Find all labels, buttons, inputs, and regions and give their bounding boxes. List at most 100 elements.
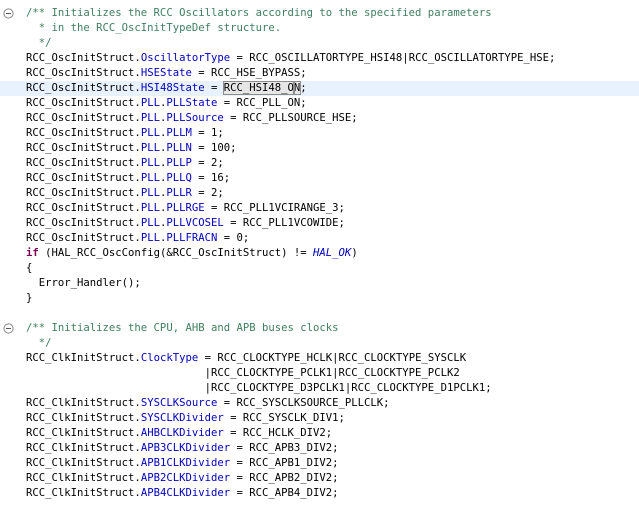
code-token: RCC_OscInitStruct. [26, 172, 141, 184]
code-line[interactable]: /** Initializes the RCC Oscillators acco… [26, 6, 492, 21]
code-field: AHBCLKDivider [140, 427, 224, 439]
code-line[interactable]: |RCC_CLOCKTYPE_D3PCLK1|RCC_CLOCKTYPE_D1P… [26, 381, 492, 396]
fold-collapse-icon[interactable] [3, 323, 14, 334]
code-field: PLL [140, 97, 160, 109]
code-field: HSI48State [140, 82, 205, 94]
code-token: = RCC_SYSCLK_DIV1; [223, 412, 345, 424]
fold-collapse-icon[interactable] [3, 8, 14, 19]
code-token: = RCC_APB3_DIV2; [230, 442, 339, 454]
code-token: RCC_ClkInitStruct. [26, 472, 141, 484]
code-comment: /** Initializes the CPU, AHB and APB bus… [26, 322, 339, 334]
code-token: = RCC_PLL1VCIRANGE_3; [204, 202, 345, 214]
code-field: PLLP [166, 157, 192, 169]
code-field: APB3CLKDivider [140, 442, 231, 454]
code-token: = RCC_HCLK_DIV2; [223, 427, 333, 439]
code-comment: * in the RCC_OscInitTypeDef structure. [26, 22, 282, 34]
code-line[interactable]: RCC_ClkInitStruct.APB2CLKDivider = RCC_A… [26, 471, 339, 486]
code-line[interactable]: RCC_OscInitStruct.PLL.PLLRGE = RCC_PLL1V… [26, 201, 345, 216]
code-token: RCC_OscInitStruct. [26, 157, 141, 169]
code-token: ) [351, 247, 358, 259]
code-token: RCC_ClkInitStruct. [26, 412, 141, 424]
code-field: ClockType [140, 352, 199, 364]
code-field: PLLQ [166, 172, 192, 184]
code-editor[interactable]: /** Initializes the RCC Oscillators acco… [0, 0, 639, 513]
code-line[interactable]: RCC_OscInitStruct.PLL.PLLState = RCC_PLL… [26, 96, 307, 111]
code-token: = RCC_PLL_ON; [217, 97, 307, 109]
code-line[interactable]: |RCC_CLOCKTYPE_PCLK1|RCC_CLOCKTYPE_PCLK2 [26, 366, 460, 381]
code-token: = RCC_CLOCKTYPE_HCLK|RCC_CLOCKTYPE_SYSCL… [198, 352, 467, 364]
code-field: PLLVCOSEL [166, 217, 224, 229]
code-token: = [204, 82, 224, 94]
code-token: RCC_ClkInitStruct. [26, 397, 141, 409]
code-token: RCC_OscInitStruct. [26, 67, 141, 79]
code-token: = 2; [191, 157, 224, 169]
code-field: APB1CLKDivider [140, 457, 231, 469]
code-line[interactable]: RCC_OscInitStruct.PLL.PLLN = 100; [26, 141, 237, 156]
code-token: |RCC_CLOCKTYPE_D3PCLK1|RCC_CLOCKTYPE_D1P… [26, 382, 492, 394]
code-field: APB2CLKDivider [140, 472, 231, 484]
code-line[interactable]: } [26, 291, 32, 306]
code-line[interactable]: Error_Handler(); [26, 276, 141, 291]
code-token: |RCC_CLOCKTYPE_PCLK1|RCC_CLOCKTYPE_PCLK2 [26, 367, 460, 379]
code-field: PLL [140, 187, 160, 199]
code-token: RCC_OscInitStruct. [26, 142, 141, 154]
code-token: RCC_OscInitStruct. [26, 232, 141, 244]
code-field: PLLSource [166, 112, 224, 124]
code-field: HSEState [140, 67, 192, 79]
code-field: OscillatorType [140, 52, 231, 64]
code-field: PLLState [166, 97, 218, 109]
code-token: { [26, 262, 33, 274]
code-line[interactable]: * in the RCC_OscInitTypeDef structure. [26, 21, 281, 36]
code-token: = RCC_HSE_BYPASS; [191, 67, 307, 79]
code-token: = 0; [217, 232, 250, 244]
code-token: = 1; [191, 127, 224, 139]
code-field: PLL [140, 217, 160, 229]
code-line[interactable]: { [26, 261, 32, 276]
code-comment: */ [26, 37, 52, 49]
code-token: RCC_ClkInitStruct. [26, 487, 141, 499]
code-selection: RCC_HSI48_O [222, 81, 295, 95]
code-field: APB4CLKDivider [140, 487, 231, 499]
code-line[interactable]: RCC_OscInitStruct.HSEState = RCC_HSE_BYP… [26, 66, 307, 81]
code-line[interactable]: RCC_ClkInitStruct.AHBCLKDivider = RCC_HC… [26, 426, 332, 441]
code-line[interactable]: */ [26, 36, 52, 51]
code-field: PLL [140, 202, 160, 214]
code-line[interactable]: RCC_OscInitStruct.PLL.PLLR = 2; [26, 186, 224, 201]
code-field: SYSCLKDivider [140, 412, 224, 424]
code-line[interactable]: RCC_ClkInitStruct.APB1CLKDivider = RCC_A… [26, 456, 339, 471]
code-line[interactable]: if (HAL_RCC_OscConfig(&RCC_OscInitStruct… [26, 246, 358, 261]
code-line[interactable]: /** Initializes the CPU, AHB and APB bus… [26, 321, 339, 336]
code-line-current[interactable]: RCC_OscInitStruct.HSI48State = RCC_HSI48… [0, 81, 639, 96]
code-line[interactable]: RCC_OscInitStruct.PLL.PLLQ = 16; [26, 171, 230, 186]
code-field: PLL [140, 232, 160, 244]
code-token: = 2; [191, 187, 224, 199]
code-line[interactable]: RCC_OscInitStruct.PLL.PLLSource = RCC_PL… [26, 111, 358, 126]
code-token: RCC_OscInitStruct. [26, 202, 141, 214]
code-token: RCC_OscInitStruct. [26, 52, 141, 64]
code-token: RCC_OscInitStruct. [26, 127, 141, 139]
code-field: PLLN [166, 142, 192, 154]
code-token: = RCC_SYSCLKSOURCE_PLLCLK; [217, 397, 390, 409]
code-field: PLLFRACN [166, 232, 218, 244]
code-token: = 100; [191, 142, 237, 154]
code-line[interactable]: RCC_ClkInitStruct.ClockType = RCC_CLOCKT… [26, 351, 466, 366]
code-line[interactable]: RCC_OscInitStruct.PLL.PLLP = 2; [26, 156, 224, 171]
code-line[interactable]: RCC_ClkInitStruct.SYSCLKDivider = RCC_SY… [26, 411, 345, 426]
code-token: ; [300, 82, 307, 94]
code-token: RCC_ClkInitStruct. [26, 427, 141, 439]
code-keyword: if [26, 247, 39, 259]
code-line[interactable]: */ [26, 336, 52, 351]
code-token: = RCC_APB4_DIV2; [230, 487, 339, 499]
code-line[interactable]: RCC_OscInitStruct.PLL.PLLFRACN = 0; [26, 231, 249, 246]
code-field: PLLM [166, 127, 192, 139]
code-line[interactable]: RCC_OscInitStruct.PLL.PLLVCOSEL = RCC_PL… [26, 216, 345, 231]
code-token: Error_Handler(); [26, 277, 141, 289]
code-line[interactable]: RCC_ClkInitStruct.APB4CLKDivider = RCC_A… [26, 486, 339, 501]
code-field: PLLR [166, 187, 192, 199]
code-field: PLLRGE [166, 202, 205, 214]
code-line[interactable]: RCC_ClkInitStruct.APB3CLKDivider = RCC_A… [26, 441, 339, 456]
code-line[interactable]: RCC_ClkInitStruct.SYSCLKSource = RCC_SYS… [26, 396, 390, 411]
code-field: PLL [140, 172, 160, 184]
code-line[interactable]: RCC_OscInitStruct.OscillatorType = RCC_O… [26, 51, 555, 66]
code-line[interactable]: RCC_OscInitStruct.PLL.PLLM = 1; [26, 126, 224, 141]
